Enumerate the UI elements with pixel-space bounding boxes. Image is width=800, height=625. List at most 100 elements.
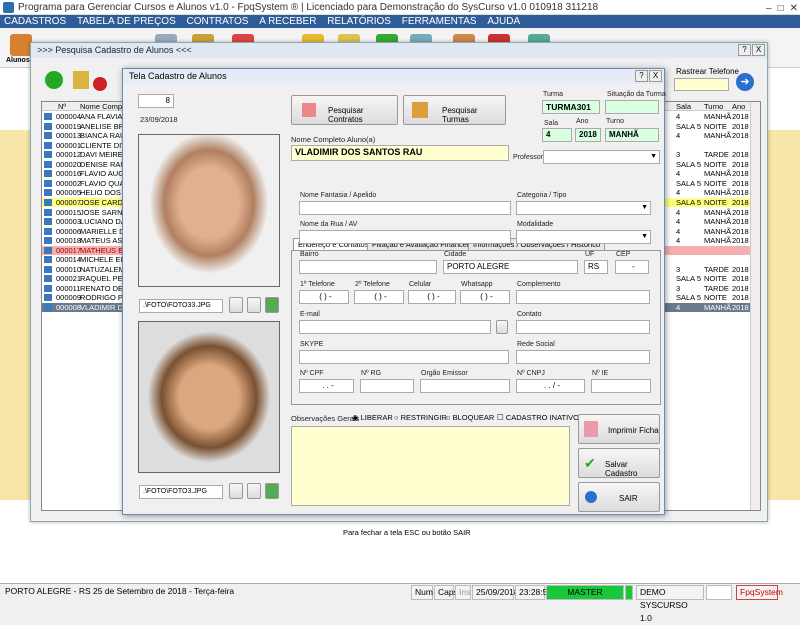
status-master: MASTER [546, 585, 624, 600]
save-label: Salvar Cadastro [605, 460, 638, 478]
cell-ano: 2018 [732, 303, 749, 312]
search-help-button[interactable]: ? [738, 44, 751, 56]
search-close-button[interactable]: X [752, 44, 765, 56]
whatsapp-label: Whatsapp [461, 281, 493, 288]
rede-social-field[interactable] [516, 350, 650, 364]
cell-sala: SALA 5 [676, 121, 702, 131]
cidade-field[interactable]: PORTO ALEGRE [443, 260, 578, 274]
professor-select[interactable]: ▼ [543, 150, 660, 164]
complemento-field[interactable] [516, 290, 650, 304]
radio-liberar[interactable]: ◉ LIBERAR [352, 413, 393, 422]
menu-ferramentas[interactable]: FERRAMENTAS [402, 16, 477, 27]
alunos-icon[interactable] [10, 34, 32, 56]
menu-contratos[interactable]: CONTRATOS [187, 16, 249, 27]
edit-icon[interactable] [73, 71, 89, 89]
tel1-field[interactable]: ( ) - [299, 290, 349, 304]
app-title: Programa para Gerenciar Cursos e Alunos … [18, 2, 599, 13]
orgao-label: Orgão Emissor [421, 370, 468, 377]
sala-field: 4 [542, 128, 572, 142]
cell-numero: 000010 [56, 264, 82, 274]
row-photo-icon [44, 141, 52, 149]
cell-turno: NOITE [704, 159, 727, 169]
cell-numero: 000019 [56, 121, 82, 131]
bloquear-label: BLOQUEAR [452, 413, 495, 422]
search-contracts-label: Pesquisar Contratos [328, 106, 364, 124]
search-classes-button[interactable]: Pesquisar Turmas [403, 95, 506, 125]
radio-restringir[interactable]: ○ RESTRINGIR [394, 413, 447, 422]
menu-cadastros[interactable]: CADASTROS [4, 16, 66, 27]
skype-field[interactable] [299, 350, 509, 364]
cell-numero: 000003 [56, 217, 82, 227]
cell-ano: 2018 [732, 197, 749, 207]
categoria-select[interactable]: ▼ [516, 201, 651, 215]
zoom-icon[interactable] [247, 297, 261, 313]
rg-field[interactable] [360, 379, 414, 393]
camera-icon[interactable] [229, 297, 243, 313]
grid-scrollbar[interactable] [750, 102, 760, 510]
cell-numero: 000018 [56, 236, 82, 246]
cep-field[interactable]: - [615, 260, 649, 274]
up-arrow-icon[interactable] [265, 483, 279, 499]
search-footer-hint: Para fechar a tela ESC ou botão SAIR [343, 528, 471, 537]
arrow-right-icon[interactable]: ➜ [736, 73, 754, 91]
ano-field: 2018 [575, 128, 601, 142]
menu-tabela-precos[interactable]: TABELA DE PREÇOS [77, 16, 176, 27]
rg-label: Nº RG [361, 370, 382, 377]
photo1-path-field[interactable]: .\FOTO\FOTO33.JPG [139, 299, 223, 313]
contato-field[interactable] [516, 320, 650, 334]
cell-numero: 000015 [56, 207, 82, 217]
whatsapp-field[interactable]: ( ) - [460, 290, 510, 304]
orgao-field[interactable] [420, 379, 510, 393]
print-button[interactable]: Imprimir Ficha [578, 414, 660, 444]
ie-field[interactable] [591, 379, 651, 393]
celular-field[interactable]: ( ) - [408, 290, 456, 304]
status-indicator [625, 585, 633, 600]
exit-button[interactable]: SAIR [578, 482, 660, 512]
save-button[interactable]: ✔ Salvar Cadastro [578, 448, 660, 478]
zoom-icon[interactable] [247, 483, 261, 499]
fantasia-field[interactable] [299, 201, 511, 215]
delete-icon[interactable] [93, 77, 107, 91]
rua-field[interactable] [299, 230, 511, 244]
radio-bloquear[interactable]: ○ BLOQUEAR [446, 413, 494, 422]
close-icon[interactable]: ✕ [790, 1, 798, 16]
tel2-field[interactable]: ( ) - [354, 290, 404, 304]
rastrear-input[interactable] [674, 78, 729, 91]
maximize-icon[interactable]: □ [778, 1, 784, 16]
row-photo-icon [44, 170, 52, 178]
form-help-button[interactable]: ? [635, 70, 648, 82]
cell-ano: 2018 [732, 236, 749, 246]
cell-turno: TARDE [704, 283, 729, 293]
cell-numero: 000013 [56, 131, 82, 141]
cpf-field[interactable]: . . - [299, 379, 354, 393]
form-close-button[interactable]: X [649, 70, 662, 82]
modalidade-select[interactable]: ▼ [516, 230, 651, 244]
email-send-icon[interactable] [496, 320, 508, 334]
search-contracts-button[interactable]: Pesquisar Contratos [291, 95, 398, 125]
menu-relatorios[interactable]: RELATÓRIOS [327, 16, 391, 27]
observacoes-field[interactable] [291, 426, 570, 506]
row-photo-icon [44, 132, 52, 140]
inativo-checkbox[interactable]: ☐ CADASTRO INATIVO [497, 413, 579, 422]
uf-select[interactable]: RS [584, 260, 608, 274]
row-photo-icon [44, 179, 52, 187]
email-field[interactable] [299, 320, 491, 334]
cpf-label: Nº CPF [300, 370, 324, 377]
bairro-field[interactable] [299, 260, 437, 274]
rastrear-label: Rastrear Telefone [676, 67, 739, 76]
cell-ano: 2018 [732, 169, 749, 179]
menu-ajuda[interactable]: AJUDA [487, 16, 520, 27]
nome-field[interactable]: VLADIMIR DOS SANTOS RAU [291, 145, 509, 161]
cnpj-field[interactable]: . . / - [516, 379, 585, 393]
row-photo-icon [44, 189, 52, 197]
cell-numero: 000008 [56, 303, 82, 312]
minimize-icon[interactable]: – [766, 1, 772, 16]
print-label: Imprimir Ficha [608, 426, 659, 435]
up-arrow-icon[interactable] [265, 297, 279, 313]
rua-label: Nome da Rua / AV [300, 221, 358, 228]
photo2-path-field[interactable]: .\FOTO\FOTO3.JPG [139, 485, 223, 499]
camera-icon[interactable] [229, 483, 243, 499]
add-icon[interactable] [45, 71, 63, 89]
menu-a-receber[interactable]: A RECEBER [259, 16, 316, 27]
cell-ano: 2018 [732, 131, 749, 141]
